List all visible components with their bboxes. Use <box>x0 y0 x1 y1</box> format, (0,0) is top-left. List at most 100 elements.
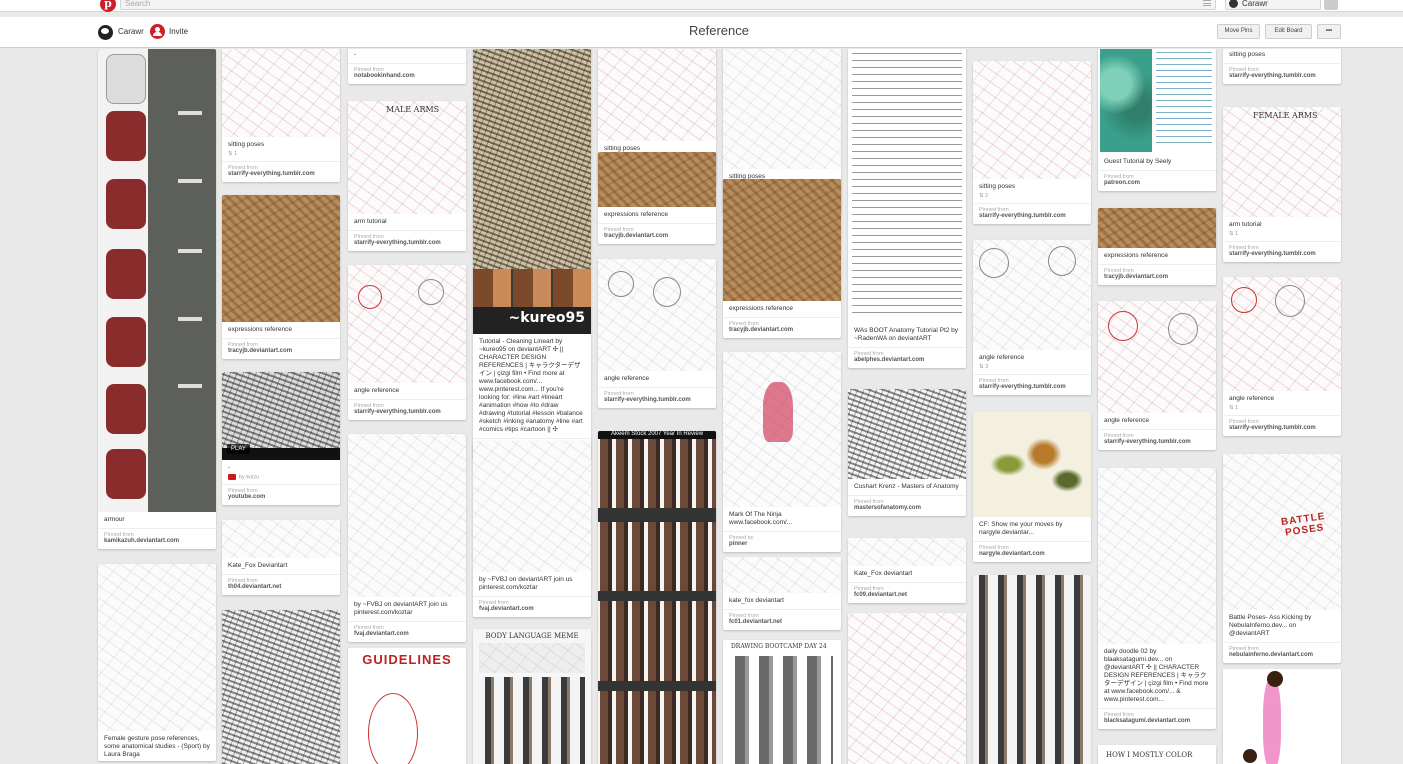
pin-image[interactable] <box>222 195 340 322</box>
pin-image[interactable]: BODY LANGUAGE MEME <box>473 629 591 764</box>
pin-source-link[interactable]: th04.deviantart.net <box>222 584 340 595</box>
pin-image[interactable] <box>222 49 340 137</box>
pin-source-link[interactable]: starrify-everything.tumblr.com <box>222 171 340 182</box>
pin-source-link[interactable]: blacksatagumi.deviantart.com <box>1098 718 1216 729</box>
pin-card[interactable]: expressions reference Pinned from tracyj… <box>222 195 340 359</box>
pin-image[interactable] <box>598 152 716 207</box>
pin-source-link[interactable]: fvaj.deviantart.com <box>348 631 466 642</box>
notifications-button[interactable] <box>1324 0 1338 10</box>
pin-card[interactable] <box>222 610 340 764</box>
pin-card[interactable]: angle reference ⇅ 3 Pinned from starrify… <box>973 240 1091 395</box>
pin-source-link[interactable]: starrify-everything.tumblr.com <box>348 240 466 251</box>
pin-card[interactable]: Kate_Fox deviantart Pinned from fc09.dev… <box>848 538 966 603</box>
pin-source-link[interactable]: tracyjb.deviantart.com <box>222 348 340 359</box>
pin-image[interactable] <box>1098 49 1216 154</box>
pin-source-link[interactable]: patreon.com <box>1098 180 1216 191</box>
pin-card[interactable]: angle reference Pinned from starrify-eve… <box>348 265 466 420</box>
pin-card[interactable]: sitting poses Pinned from starrify-every… <box>1223 49 1341 84</box>
pin-card[interactable]: expressions reference Pinned from tracyj… <box>723 179 841 338</box>
pin-source-link[interactable]: fc01.deviantart.net <box>723 619 841 630</box>
play-button[interactable]: PLAY <box>227 444 250 454</box>
pin-source-link[interactable]: starrify-everything.tumblr.com <box>348 409 466 420</box>
pin-card[interactable]: Cushart Krenz - Masters of Anatomy Pinne… <box>848 389 966 516</box>
pin-image[interactable] <box>1223 669 1341 764</box>
user-menu-button[interactable]: Carawr <box>1225 0 1321 10</box>
pin-card[interactable]: FEMALE ARMS arm tutorial ⇅ 1 Pinned from… <box>1223 107 1341 262</box>
pin-card[interactable]: BODY LANGUAGE MEME <box>473 629 591 764</box>
pin-card[interactable]: Mark Of The Ninja www.facebook.com/... P… <box>723 352 841 552</box>
pin-source-link[interactable]: tracyjb.deviantart.com <box>598 233 716 244</box>
pin-source-link[interactable]: abelphes.deviantart.com <box>848 357 966 368</box>
pin-card[interactable]: DRAWING BOOTCAMP DAY 24 <box>723 640 841 764</box>
pin-source-link[interactable]: fvaj.deviantart.com <box>473 606 591 617</box>
pin-card[interactable]: Kate_Fox Deviantart Pinned from th04.dev… <box>222 520 340 595</box>
pin-source-link[interactable]: tracyjb.deviantart.com <box>1098 274 1216 285</box>
pin-image[interactable] <box>848 389 966 479</box>
pinner-link[interactable]: pinner <box>723 541 841 552</box>
pin-image[interactable] <box>848 49 966 323</box>
pin-image[interactable] <box>723 49 841 169</box>
pin-image[interactable]: Akeem Stock 2007 Year In Review <box>598 431 716 764</box>
pin-source-link[interactable]: mastersofanatomy.com <box>848 505 966 516</box>
pin-card[interactable]: PLAY - by koizu Pinned from youtube.com <box>222 372 340 506</box>
pin-source-link[interactable]: tracyjb.deviantart.com <box>723 327 841 338</box>
pin-card[interactable]: sitting poses ⇅ 1 Pinned from starrify-e… <box>222 49 340 182</box>
search-menu-icon[interactable] <box>1203 0 1211 6</box>
pin-image[interactable] <box>598 49 716 141</box>
pin-image[interactable]: PLAY <box>222 372 340 460</box>
pin-image[interactable] <box>973 61 1091 179</box>
invite-link[interactable]: Invite <box>169 27 188 36</box>
pin-card[interactable]: Female gesture pose references, some ana… <box>98 564 216 761</box>
invite-icon[interactable] <box>150 24 165 39</box>
pin-image[interactable]: HOW I MOSTLY COLOR <box>1098 745 1216 764</box>
pin-source-link[interactable]: notabookinhand.com <box>348 73 466 84</box>
pin-image[interactable] <box>222 520 340 558</box>
pin-image[interactable] <box>848 613 966 764</box>
pin-image[interactable] <box>723 557 841 593</box>
pin-image[interactable] <box>98 564 216 731</box>
pin-card[interactable]: Akeem Stock 2007 Year In Review <box>598 431 716 764</box>
pin-card[interactable]: WAs BOOT Anatomy Tutorial Pt2 by ~RadenW… <box>848 49 966 368</box>
owner-avatar[interactable] <box>98 25 113 40</box>
pin-card[interactable]: ~kureo95 Tutorial - Cleaning Lineart by … <box>473 49 591 459</box>
pin-image[interactable] <box>598 259 716 371</box>
pin-image[interactable] <box>1098 301 1216 413</box>
pin-card[interactable]: by ~FVBJ on deviantART join us pinterest… <box>473 441 591 617</box>
pin-card[interactable]: angle reference Pinned from starrify-eve… <box>1098 301 1216 450</box>
pin-image[interactable] <box>723 179 841 301</box>
more-options-button[interactable]: ••• <box>1317 24 1341 39</box>
pin-source-link[interactable]: nebulainferno.deviantart.com <box>1223 652 1341 663</box>
pin-card[interactable]: expressions reference Pinned from tracyj… <box>598 152 716 244</box>
pin-card[interactable]: kate_fox deviantart Pinned from fc01.dev… <box>723 557 841 630</box>
pin-image[interactable] <box>973 575 1091 764</box>
owner-name-link[interactable]: Carawr <box>118 27 144 36</box>
pin-card[interactable]: angle reference Pinned from starrify-eve… <box>598 259 716 408</box>
pin-image[interactable] <box>98 49 216 512</box>
pin-source-link[interactable]: starrify-everything.tumblr.com <box>1223 251 1341 262</box>
pin-image[interactable] <box>348 265 466 383</box>
pin-source-link[interactable]: nargyle.deviantart.com <box>973 551 1091 562</box>
pin-card[interactable]: expressions reference Pinned from tracyj… <box>1098 208 1216 285</box>
pin-image[interactable] <box>973 412 1091 517</box>
pin-card[interactable]: armour Pinned from kamikazuh.deviantart.… <box>98 49 216 549</box>
pin-source-link[interactable]: starrify-everything.tumblr.com <box>1223 73 1341 84</box>
pin-source-link[interactable]: starrify-everything.tumblr.com <box>973 384 1091 395</box>
pin-source-link[interactable]: fc09.deviantart.net <box>848 592 966 603</box>
pin-image[interactable]: FEMALE ARMS <box>1223 107 1341 217</box>
pin-image[interactable] <box>348 434 466 597</box>
pin-image[interactable]: BATTLE POSES <box>1223 454 1341 610</box>
pinterest-logo-icon[interactable]: p <box>100 0 116 12</box>
move-pins-button[interactable]: Move Pins <box>1217 24 1260 39</box>
pin-image[interactable] <box>473 441 591 572</box>
pin-card[interactable]: CF: Show me your moves by nargyle.devian… <box>973 412 1091 562</box>
pin-card[interactable]: GUIDELINES <box>348 648 466 764</box>
pin-source-link[interactable]: starrify-everything.tumblr.com <box>1098 439 1216 450</box>
pin-source-link[interactable]: starrify-everything.tumblr.com <box>1223 425 1341 436</box>
pin-image[interactable] <box>1098 468 1216 644</box>
pin-card[interactable] <box>973 575 1091 764</box>
pin-image[interactable]: ~kureo95 <box>473 49 591 334</box>
pin-card[interactable]: daily doodle 02 by blaaksatagumi.dev... … <box>1098 468 1216 729</box>
pin-card[interactable]: - Pinned from notabookinhand.com <box>348 49 466 84</box>
pin-card[interactable] <box>848 613 966 764</box>
pin-source-link[interactable]: starrify-everything.tumblr.com <box>598 397 716 408</box>
